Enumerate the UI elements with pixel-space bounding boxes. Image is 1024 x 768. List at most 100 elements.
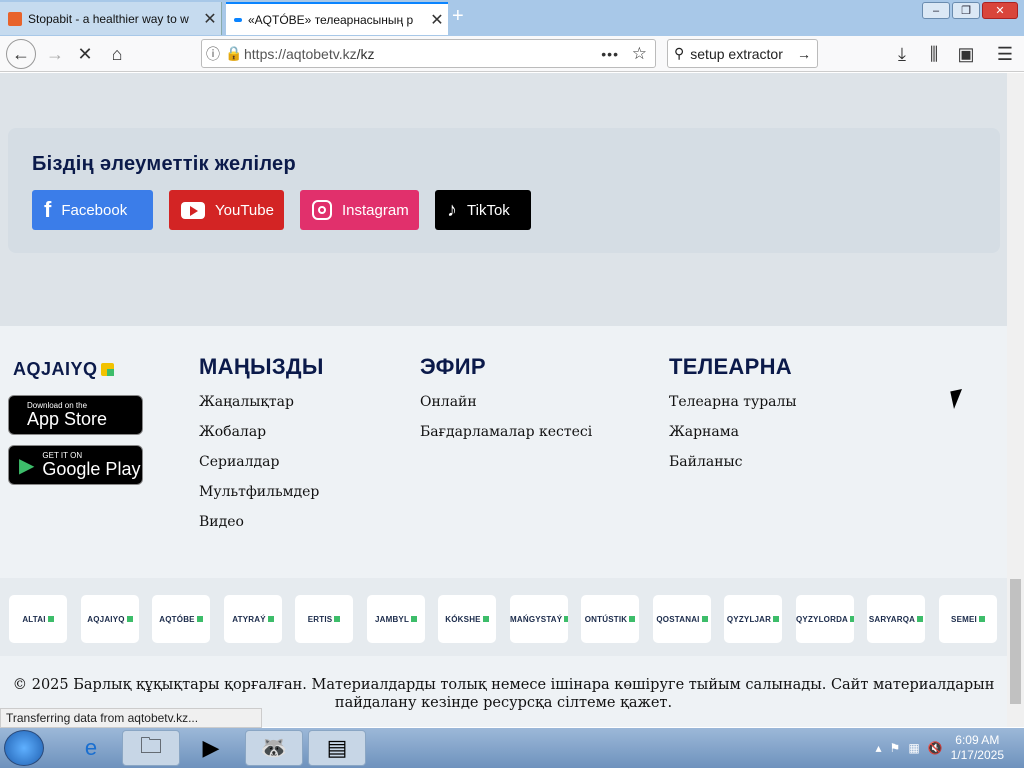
channel-name: QYZYLORDA — [796, 614, 849, 624]
tab-title: «AQTÓBE» телеарнасының р — [248, 12, 414, 27]
footer-link[interactable]: Бағдарламалар кестесі — [420, 424, 592, 454]
channel-logo[interactable]: SEMEI — [939, 595, 997, 643]
clock-time: 6:09 AM — [955, 733, 1000, 747]
footer-link[interactable]: Жобалар — [199, 424, 324, 454]
sidebar-icon[interactable]: ▣ — [953, 41, 979, 67]
footer-link[interactable]: Онлайн — [420, 394, 592, 424]
tiktok-icon: ♪ — [447, 198, 457, 221]
tab-stopabit[interactable]: Stopabit - a healthier way to w ✕ — [0, 2, 222, 35]
home-icon[interactable]: ⌂ — [104, 41, 130, 67]
start-button-icon[interactable] — [4, 730, 44, 766]
channel-logo[interactable]: QYZYLJAR — [724, 595, 782, 643]
back-icon[interactable]: ← — [6, 39, 36, 69]
channel-logo[interactable]: AQTÓBE — [152, 595, 210, 643]
channel-logo[interactable]: QOSTANAI — [653, 595, 711, 643]
footer-column-important: МАҢЫЗДЫ Жаңалықтар Жобалар Сериалдар Мул… — [199, 354, 324, 544]
url-path: /kz — [356, 45, 375, 62]
channel-name: ERTIS — [307, 614, 333, 624]
scrollbar-thumb[interactable] — [1010, 579, 1021, 704]
menu-icon[interactable]: ☰ — [992, 41, 1018, 67]
channel-logo[interactable]: SARYARQA — [867, 595, 925, 643]
footer-link[interactable]: Телеарна туралы — [669, 394, 797, 424]
channel-logo[interactable]: ONTÚSTIK — [581, 595, 639, 643]
tiktok-button[interactable]: ♪ TikTok — [435, 190, 531, 230]
clock[interactable]: 6:09 AM 1/17/2025 — [951, 733, 1004, 763]
channel-logo[interactable]: KÓKSHE — [438, 595, 496, 643]
close-tab-icon[interactable]: ✕ — [199, 9, 221, 29]
stop-icon[interactable]: ✕ — [72, 41, 98, 67]
social-heading: Біздің әлеуметтік желілер — [32, 153, 296, 175]
column-title: ТЕЛЕАРНА — [669, 354, 792, 379]
youtube-button[interactable]: YouTube — [169, 190, 284, 230]
lock-icon: 🔒 — [225, 45, 243, 61]
navigation-toolbar: ← → ✕ ⌂ ⓘ 🔒 https://aqtobetv.kz/kz ••• ☆… — [0, 36, 1024, 72]
column-title: МАҢЫЗДЫ — [199, 354, 324, 379]
channel-logo[interactable]: ALTAI — [9, 595, 67, 643]
internet-explorer-icon[interactable]: e — [62, 730, 120, 766]
channel-logo[interactable]: MAŃGYSTAÝ — [510, 595, 568, 643]
page-actions-icon[interactable]: ••• — [601, 46, 619, 62]
search-go-icon[interactable]: → — [797, 46, 811, 62]
downloads-icon[interactable]: ⤓ — [889, 41, 915, 67]
raccoon-app-icon[interactable]: 🦝 — [245, 730, 303, 766]
bookmark-star-icon[interactable]: ☆ — [632, 44, 647, 64]
facebook-label: Facebook — [61, 201, 128, 219]
footer-link[interactable]: Жаңалықтар — [199, 394, 324, 424]
channel-logo[interactable]: AQJAIYQ — [81, 595, 139, 643]
footer-link[interactable]: Видео — [199, 514, 324, 544]
maximize-icon[interactable]: ❐ — [952, 2, 980, 19]
volume-muted-icon[interactable]: 🔇 — [928, 741, 943, 755]
flag-icon[interactable]: ⚑ — [890, 741, 901, 755]
footer-logo[interactable]: AQJAIYQ — [13, 359, 114, 380]
channel-name: ALTAI — [22, 614, 46, 624]
facebook-button[interactable]: f Facebook — [32, 190, 153, 230]
youtube-icon — [181, 201, 205, 219]
stopabit-favicon-icon — [8, 11, 22, 26]
app-store-badge[interactable]: Download on the App Store — [8, 395, 143, 435]
search-input[interactable]: setup extractor — [690, 46, 783, 62]
file-explorer-icon[interactable]: 🗀 — [122, 730, 180, 766]
channel-logo[interactable]: QYZYLORDA — [796, 595, 854, 643]
channel-name: JAMBYL — [374, 614, 410, 624]
search-box[interactable]: ⚲ setup extractor → — [667, 39, 818, 68]
info-icon[interactable]: ⓘ — [202, 44, 224, 64]
footer-link[interactable]: Мультфильмдер — [199, 484, 324, 514]
show-hidden-icon[interactable]: ▴ — [876, 741, 882, 755]
page-scrollbar[interactable] — [1007, 73, 1024, 727]
tab-title: Stopabit - a healthier way to w — [28, 11, 189, 26]
app-store-big: App Store — [27, 409, 108, 429]
footer-link[interactable]: Сериалдар — [199, 454, 324, 484]
channel-logos-strip: ALTAI AQJAIYQ AQTÓBE ATYRAÝ ERTIS JAMBYL… — [0, 578, 1007, 658]
window-controls: – ❐ ✕ — [922, 2, 1018, 19]
library-icon[interactable]: ⫼ — [921, 41, 947, 67]
facebook-icon: f — [44, 197, 52, 222]
media-player-icon[interactable]: ▶ — [182, 730, 240, 766]
page-viewport: Біздің әлеуметтік желілер f Facebook You… — [0, 73, 1007, 727]
new-tab-icon[interactable]: + — [452, 5, 464, 28]
channel-logo[interactable]: ERTIS — [295, 595, 353, 643]
window-close-icon[interactable]: ✕ — [982, 2, 1018, 19]
channel-logo[interactable]: ATYRAÝ — [224, 595, 282, 643]
close-tab-icon[interactable]: ✕ — [426, 10, 448, 30]
tab-strip: Stopabit - a healthier way to w ✕ «AQTÓB… — [0, 0, 1024, 36]
mouse-cursor-icon — [950, 388, 966, 410]
instagram-button[interactable]: Instagram — [300, 190, 419, 230]
forward-icon[interactable]: → — [42, 41, 68, 67]
instagram-label: Instagram — [342, 201, 409, 219]
address-bar[interactable]: ⓘ 🔒 https://aqtobetv.kz/kz ••• ☆ — [201, 39, 656, 68]
footer-column-channel: ТЕЛЕАРНА Телеарна туралы Жарнама Байланы… — [669, 354, 797, 484]
channel-logo[interactable]: JAMBYL — [367, 595, 425, 643]
network-icon[interactable]: ▦ — [908, 741, 919, 755]
channel-name: QOSTANAI — [656, 614, 700, 624]
footer-link[interactable]: Байланыс — [669, 454, 797, 484]
channel-name: ONTÚSTIK — [584, 614, 628, 624]
logo-mark-icon — [100, 363, 114, 376]
minimize-icon[interactable]: – — [922, 2, 950, 19]
footer-link[interactable]: Жарнама — [669, 424, 797, 454]
tab-aqtobe[interactable]: «AQTÓBE» телеарнасының р ✕ — [226, 2, 448, 35]
youtube-label: YouTube — [215, 201, 274, 219]
notepad-icon[interactable]: ▤ — [308, 730, 366, 766]
channel-name: SARYARQA — [868, 614, 916, 624]
social-section: Біздің әлеуметтік желілер f Facebook You… — [8, 128, 1000, 253]
google-play-badge[interactable]: ▶ GET IT ON Google Play — [8, 445, 143, 485]
